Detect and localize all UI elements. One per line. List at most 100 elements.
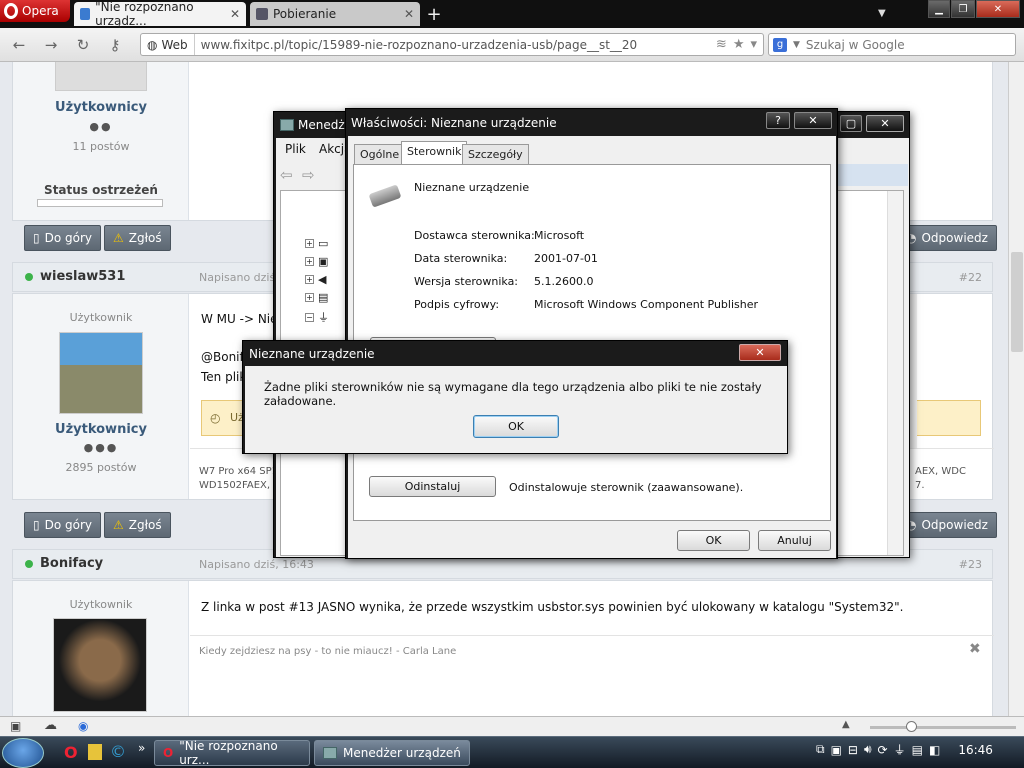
reply-label: Odpowiedz xyxy=(921,518,988,532)
avatar[interactable] xyxy=(59,332,143,414)
close-icon[interactable]: ✕ xyxy=(866,115,904,132)
close-icon[interactable]: ✕ xyxy=(739,344,781,361)
page-scrollbar[interactable] xyxy=(1008,62,1024,716)
panel-toggle-icon[interactable]: ▣ xyxy=(10,719,21,733)
scrollbar-thumb[interactable] xyxy=(1011,252,1023,352)
volume-icon[interactable]: 🔊︎ xyxy=(864,742,872,757)
bookmark-star-icon[interactable]: ★ xyxy=(733,37,745,52)
ok-button[interactable]: OK xyxy=(473,415,559,438)
online-status-icon xyxy=(25,560,33,568)
forward-icon[interactable]: ⇨ xyxy=(302,166,315,184)
app-icon[interactable]: ▤ xyxy=(912,743,923,757)
device-manager-icon xyxy=(280,119,294,131)
monitor-icon[interactable]: ▣ xyxy=(831,743,842,757)
site-info-button[interactable]: ◍ Web xyxy=(141,34,195,55)
reload-icon[interactable]: ↻ xyxy=(72,36,94,54)
tree-node[interactable]: − ⏚ xyxy=(305,309,329,325)
zoom-slider[interactable] xyxy=(870,721,1016,732)
rss-icon[interactable]: ≋ xyxy=(716,37,727,52)
reply-label: Odpowiedz xyxy=(921,231,988,245)
tree-node[interactable]: + ▣ xyxy=(305,255,328,268)
maximize-icon[interactable]: ❐ xyxy=(951,0,975,18)
key-icon[interactable]: ⚷ xyxy=(104,36,126,54)
reply-button[interactable]: ◔ Odpowiedz xyxy=(897,512,997,538)
tab-fixitpc[interactable]: "Nie rozpoznano urządz... ✕ xyxy=(74,0,246,28)
address-field[interactable]: ◍ Web www.fixitpc.pl/topic/15989-nie-roz… xyxy=(140,33,764,56)
post-count: 2895 postów xyxy=(65,461,137,474)
uninstall-button[interactable]: Odinstaluj xyxy=(369,476,496,497)
close-signature-icon[interactable]: ✖ xyxy=(969,641,981,657)
reply-button[interactable]: ◔ Odpowiedz xyxy=(897,225,997,251)
back-icon[interactable]: ⇦ xyxy=(280,166,293,184)
tree-node[interactable]: + ▤ xyxy=(305,291,328,304)
tree-node[interactable]: + ◀ xyxy=(305,273,326,286)
zoom-slider-thumb[interactable] xyxy=(906,721,917,732)
tray-icon[interactable]: ◧ xyxy=(929,743,940,757)
tab-downloads[interactable]: Pobieranie ✕ xyxy=(250,2,420,26)
tree-scrollbar[interactable] xyxy=(887,191,903,555)
usb-icon[interactable]: ⏚ xyxy=(894,741,906,758)
expand-icon[interactable]: + xyxy=(305,275,314,284)
collapse-icon[interactable]: − xyxy=(305,312,314,322)
field-label: Podpis cyfrowy: xyxy=(414,298,500,311)
sync-icon[interactable]: ⟳ xyxy=(878,743,888,757)
speed-dial-icon[interactable]: ◉ xyxy=(78,719,88,733)
report-button[interactable]: ⚠ Zgłoś xyxy=(104,225,171,251)
post-author-name[interactable]: wieslaw531 xyxy=(40,269,125,284)
close-icon[interactable]: ✕ xyxy=(794,112,832,129)
back-icon[interactable]: ← xyxy=(8,36,30,54)
warning-icon: ⚠ xyxy=(113,518,124,532)
help-icon[interactable]: ? xyxy=(766,112,790,129)
browser-status-bar: ▣ ☁ ◉ ▲ xyxy=(0,716,1024,736)
report-button[interactable]: ⚠ Zgłoś xyxy=(104,512,171,538)
device-manager-title-text: Menedże xyxy=(298,118,353,132)
post-author-name[interactable]: Bonifacy xyxy=(40,556,103,571)
expand-icon[interactable]: + xyxy=(305,239,314,248)
post-date: Napisano dziś, xyxy=(199,271,279,284)
go-top-button[interactable]: ▯ Do góry xyxy=(24,512,101,538)
network-icon[interactable]: ⧉ xyxy=(816,742,825,757)
clock[interactable]: 16:46 xyxy=(958,743,993,757)
close-tab-icon[interactable]: ✕ xyxy=(404,7,414,21)
opera-menu-button[interactable]: Opera xyxy=(0,0,70,22)
tree-node-icon: ◀ xyxy=(318,273,327,286)
new-tab-icon[interactable]: + xyxy=(424,4,444,25)
quicklaunch-more-icon[interactable]: » xyxy=(138,741,145,755)
go-top-button[interactable]: ▯ Do góry xyxy=(24,225,101,251)
opera-quicklaunch-icon[interactable]: O xyxy=(64,743,78,762)
expand-icon[interactable]: + xyxy=(305,257,314,266)
minimize-icon[interactable]: ▁ xyxy=(928,0,950,18)
tab-driver[interactable]: Sterownik xyxy=(401,141,468,165)
tab-menu-icon[interactable]: ▼ xyxy=(878,8,886,19)
avatar[interactable] xyxy=(53,618,147,712)
cloud-icon[interactable]: ☁ xyxy=(44,718,57,733)
post-number[interactable]: #23 xyxy=(959,558,982,571)
field-value: 5.1.2600.0 xyxy=(534,275,594,288)
uninstall-description: Odinstalowuje sterownik (zaawansowane). xyxy=(509,481,744,494)
zoom-menu-icon[interactable]: ▲ xyxy=(842,719,850,730)
forward-icon[interactable]: → xyxy=(40,36,62,54)
dropdown-icon[interactable]: ▾ xyxy=(750,37,757,52)
close-window-icon[interactable]: ✕ xyxy=(976,0,1020,18)
cancel-button[interactable]: Anuluj xyxy=(758,530,831,551)
tab-details[interactable]: Szczegóły xyxy=(462,144,529,165)
rank-dots: ●●● xyxy=(83,441,119,454)
ok-button[interactable]: OK xyxy=(677,530,750,551)
expand-icon[interactable]: + xyxy=(305,293,314,302)
maximize-icon[interactable]: ▢ xyxy=(840,115,862,132)
tab-general[interactable]: Ogólne xyxy=(354,144,406,165)
media-quicklaunch-icon[interactable] xyxy=(88,744,102,760)
device-icon[interactable]: ⊟ xyxy=(848,743,858,757)
post-number[interactable]: #22 xyxy=(959,271,982,284)
search-engine-dropdown-icon[interactable]: ▼ xyxy=(793,40,800,50)
taskbar-item-device-manager[interactable]: Menedżer urządzeń xyxy=(314,740,470,766)
taskbar-item-opera[interactable]: O "Nie rozpoznano urz... xyxy=(154,739,310,767)
browser-tab-strip: Opera "Nie rozpoznano urządz... ✕ Pobier… xyxy=(0,0,1024,28)
tree-node[interactable]: + ▭ xyxy=(305,237,328,250)
app-quicklaunch-icon[interactable]: © xyxy=(110,742,126,761)
start-button[interactable] xyxy=(2,738,44,768)
menu-file[interactable]: Plik xyxy=(285,142,306,156)
close-tab-icon[interactable]: ✕ xyxy=(230,7,240,21)
url-text[interactable]: www.fixitpc.pl/topic/15989-nie-rozpoznan… xyxy=(195,38,716,52)
search-field[interactable]: g ▼ Szukaj w Google xyxy=(768,33,1016,56)
